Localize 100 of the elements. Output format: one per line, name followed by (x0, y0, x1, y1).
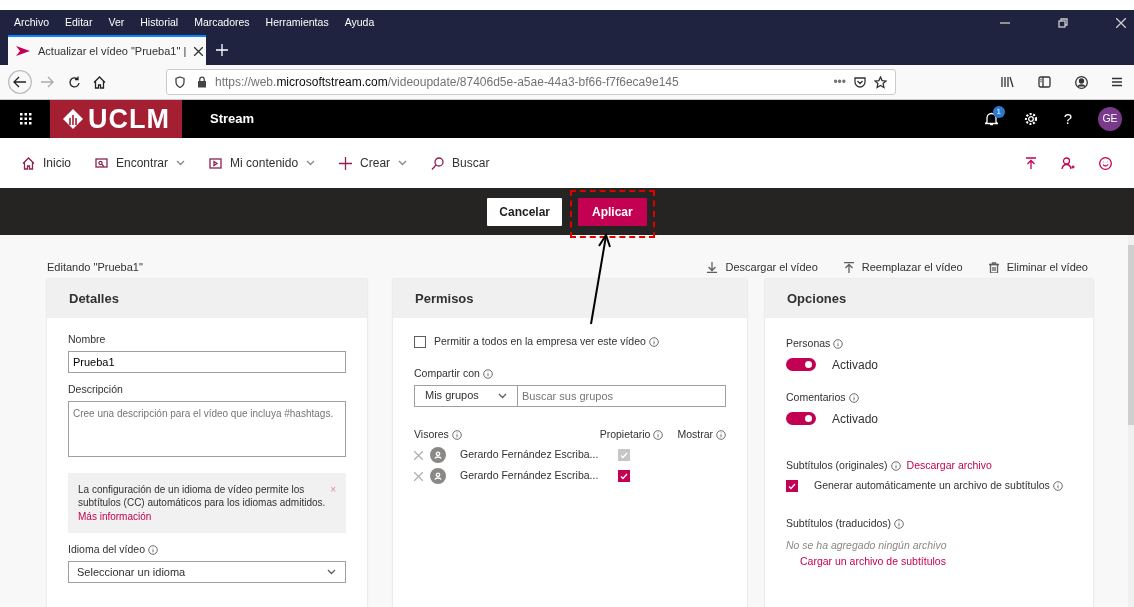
column-header: Visores (414, 426, 462, 443)
chevron-icon (498, 392, 507, 399)
pocket-icon[interactable] (854, 76, 866, 88)
scrollbar[interactable] (1128, 235, 1134, 607)
search-icon (431, 156, 445, 170)
checkbox[interactable] (786, 480, 798, 493)
info-icon[interactable] (894, 519, 905, 530)
menu-item[interactable]: Ayuda (344, 14, 375, 31)
info-icon[interactable] (648, 337, 659, 348)
browser-tab[interactable]: Actualizar el vídeo "Prueba1" | (8, 35, 206, 65)
user-avatar[interactable]: GE (1098, 107, 1122, 131)
viewer-name: Gerardo Fernández Escriba... (460, 447, 599, 463)
name-field[interactable]: Prueba1 (68, 350, 346, 373)
url-text: https://web.microsoftstream.com/videoupdate/87406d5e-a5ae-44a3-bf66-f7f6eca9e145 (215, 74, 679, 91)
star-icon[interactable] (874, 75, 887, 89)
notification-badge: 1 (992, 106, 1005, 118)
info-icon[interactable] (890, 460, 901, 471)
toggle-switch[interactable] (786, 358, 816, 372)
info-icon[interactable] (653, 429, 664, 440)
menu-item[interactable]: Archivo (14, 14, 49, 31)
menu-item[interactable]: Editar (65, 14, 93, 31)
empty-state-text: No se ha agregado ningún archivo (786, 537, 948, 553)
menu-item[interactable]: Herramientas (265, 14, 329, 31)
sidebar-icon[interactable] (1038, 76, 1051, 88)
field-label: Nombre (68, 332, 107, 347)
menu-item[interactable]: Historial (140, 14, 179, 31)
uclm-logo[interactable]: UCLM (50, 100, 182, 138)
video-action-link[interactable]: Reemplazar el vídeo (843, 258, 963, 276)
upload-icon[interactable] (1025, 156, 1037, 170)
scrollbar-thumb[interactable] (1128, 245, 1134, 425)
address-bar[interactable]: https://web.microsoftstream.com/videoupdate/87406d5e-a5ae-44a3-bf66-f7f6eca9e145 ••• (166, 69, 896, 95)
home-icon (22, 156, 35, 170)
nav-item[interactable]: Mi contenido (209, 154, 316, 172)
restore-icon[interactable] (1058, 17, 1068, 28)
close-icon[interactable] (194, 46, 204, 56)
viewer-name: Gerardo Fernández Escriba... (460, 468, 599, 484)
video-action-link[interactable]: Descargar el vídeo (707, 258, 818, 276)
upload-subtitles-link[interactable]: Cargar un archivo de subtítulos (800, 554, 946, 567)
download-file-link[interactable]: Descargar archivo (906, 457, 992, 474)
checkbox[interactable] (414, 335, 426, 348)
toggle-state: Activado (832, 356, 879, 374)
app-launcher-icon[interactable] (20, 113, 32, 125)
notice-text: La configuración de un idioma de vídeo permite los subtítulos (CC) automáticos para los idiomas admitidos. Más información (78, 482, 327, 523)
download-icon (707, 261, 718, 273)
smiley-icon[interactable] (1099, 156, 1112, 170)
menu-icon[interactable] (1112, 77, 1122, 87)
more-info-link[interactable]: Más información (78, 510, 152, 522)
field-label: Personas (786, 336, 1072, 352)
field-label: Subtítulos (originales) (786, 457, 901, 474)
nav-item[interactable]: Inicio (22, 154, 71, 172)
person-add-icon[interactable] (1061, 156, 1075, 170)
language-dropdown[interactable]: Seleccionar un idioma (68, 560, 346, 583)
share-scope-dropdown[interactable]: Mis grupos (414, 384, 518, 407)
new-tab-icon[interactable] (216, 44, 228, 56)
field-label: Compartir con (414, 365, 726, 382)
checkbox-label: Generar automáticamente un archivo de subtítulos (814, 478, 1063, 494)
group-search-field[interactable]: Buscar sus grupos (518, 384, 726, 407)
info-icon[interactable] (451, 429, 462, 440)
nav-item[interactable]: Crear (339, 154, 408, 172)
nav-item[interactable]: Encontrar (95, 154, 186, 172)
field-label: Descripción (68, 381, 124, 397)
notifications-icon[interactable] (984, 112, 998, 126)
lock-icon (197, 76, 207, 88)
info-icon[interactable] (848, 392, 859, 403)
cancel-button[interactable]: Cancelar (487, 197, 562, 226)
menu-item[interactable]: Ver (108, 14, 125, 31)
nav-item[interactable]: Buscar (431, 154, 490, 172)
column-header: Propietario (599, 426, 664, 443)
info-icon[interactable] (833, 339, 844, 350)
description-field[interactable]: Cree una descripción para el vídeo que incluya #hashtags. (68, 400, 346, 457)
settings-icon[interactable] (1023, 112, 1038, 126)
info-icon[interactable] (148, 545, 159, 556)
checkbox-label: Permitir a todos en la empresa ver este vídeo (434, 334, 659, 350)
account-icon[interactable] (1075, 75, 1088, 89)
owner-checkbox[interactable] (618, 470, 630, 483)
person-icon (430, 468, 446, 485)
screen-icon (95, 156, 108, 170)
video-action-link[interactable]: Eliminar el vídeo (988, 258, 1088, 276)
more-actions-button[interactable]: ••• (833, 73, 846, 91)
help-button[interactable]: ? (1063, 107, 1072, 131)
home-icon[interactable] (93, 75, 106, 89)
chevron-icon (326, 568, 337, 575)
info-icon[interactable] (1052, 481, 1063, 492)
person-icon (430, 447, 446, 464)
trash-icon (988, 261, 999, 273)
reload-icon[interactable] (68, 75, 81, 89)
emblem-icon (62, 108, 84, 130)
menu-item[interactable]: Marcadores (194, 14, 250, 31)
info-icon[interactable] (482, 368, 493, 379)
plus-icon (339, 156, 353, 170)
editing-title: Editando "Prueba1" (47, 259, 143, 275)
tab-title: Actualizar el vídeo "Prueba1" | (38, 43, 187, 59)
toggle-switch[interactable] (786, 412, 816, 425)
toggle-state: Activado (832, 410, 879, 428)
info-icon[interactable] (716, 429, 726, 440)
stream-logo-icon (16, 45, 30, 57)
column-header: Mostrar (677, 426, 726, 443)
apply-button[interactable]: Aplicar (578, 197, 647, 226)
back-icon[interactable] (8, 70, 32, 94)
library-icon[interactable] (1001, 76, 1014, 88)
